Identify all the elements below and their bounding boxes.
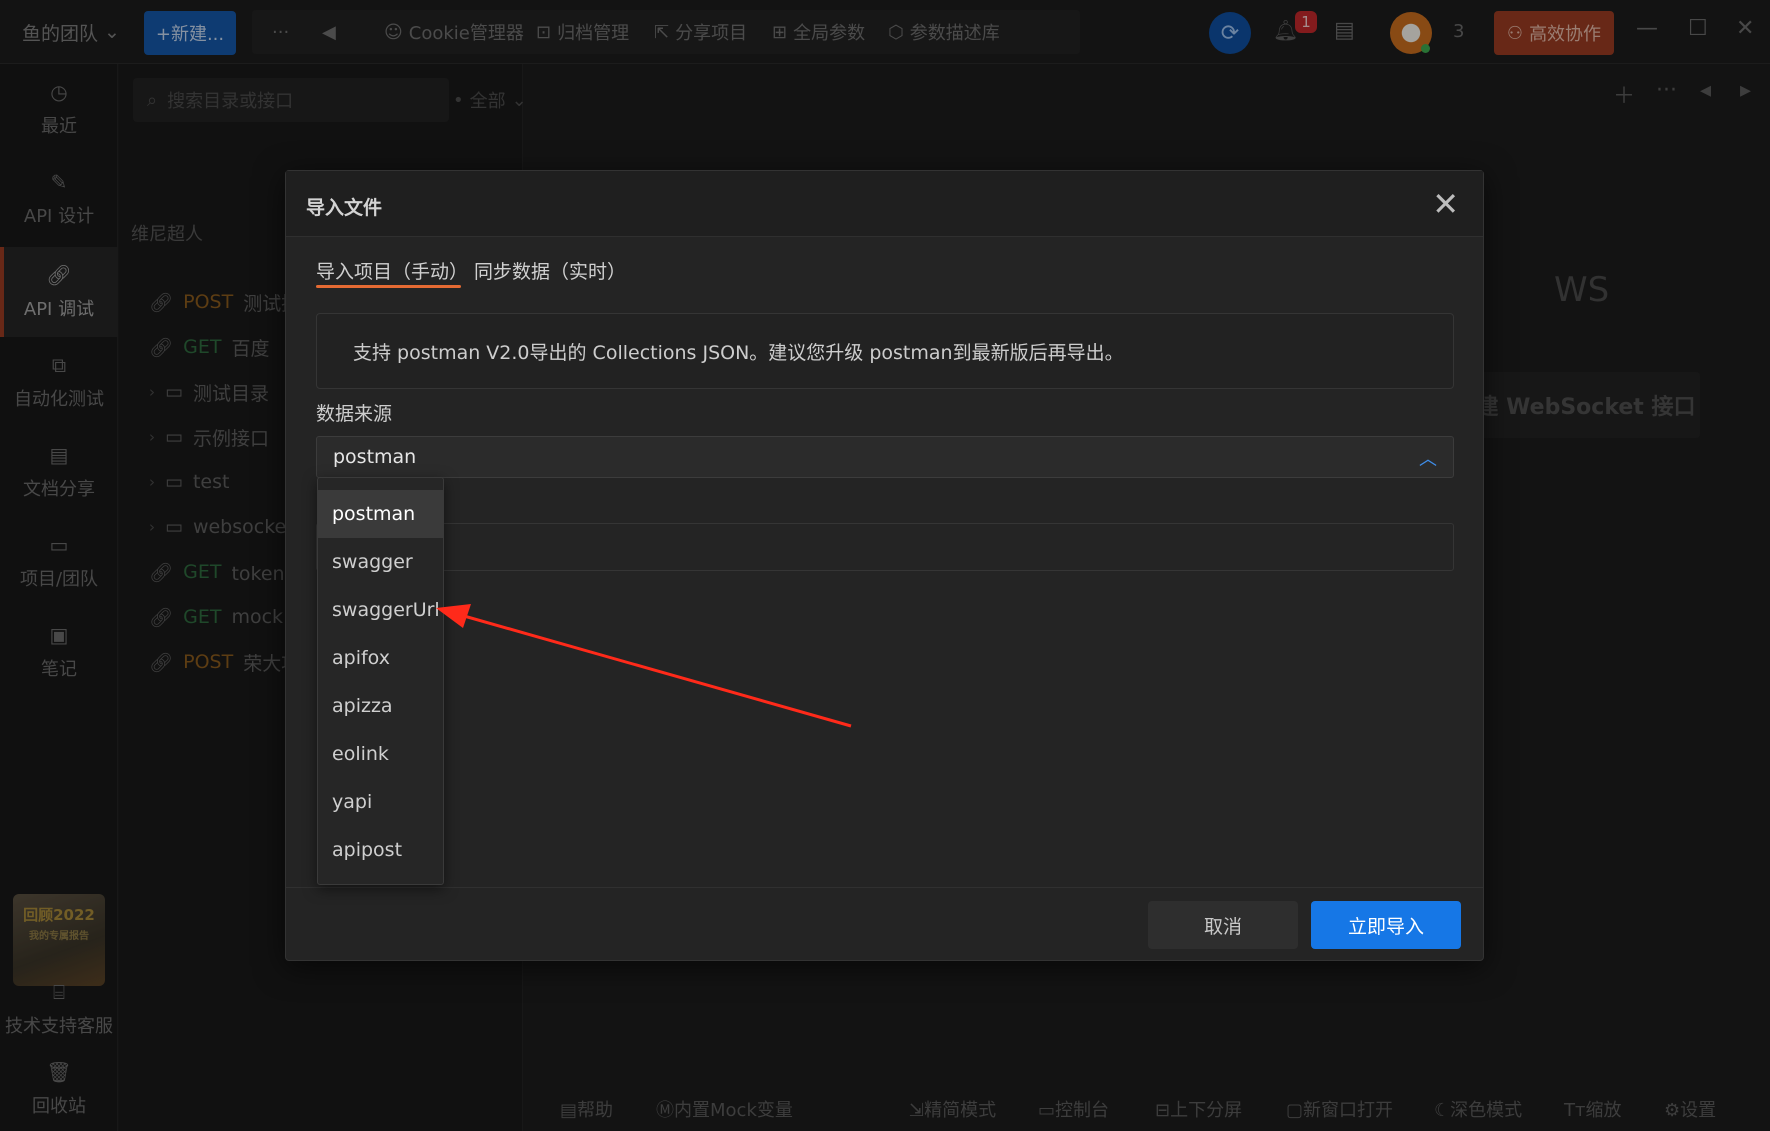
dialog-footer-divider <box>286 887 1483 888</box>
option-apizza[interactable]: apizza <box>318 682 443 730</box>
dialog-title: 导入文件 <box>306 197 383 219</box>
tab-sync-realtime[interactable]: 同步数据（实时） <box>474 257 626 284</box>
option-postman[interactable]: postman <box>318 490 443 538</box>
close-icon[interactable]: ✕ <box>1432 185 1459 223</box>
tab-import-manual[interactable]: 导入项目（手动） <box>316 257 468 284</box>
option-eolink[interactable]: eolink <box>318 730 443 778</box>
option-apifox[interactable]: apifox <box>318 634 443 682</box>
data-source-value: postman <box>333 446 417 468</box>
dialog-header: 导入文件 ✕ <box>286 171 1483 237</box>
data-source-select[interactable]: postman ︿ <box>316 436 1454 478</box>
option-swagger[interactable]: swagger <box>318 538 443 586</box>
option-apipost[interactable]: apipost <box>318 826 443 874</box>
data-source-label: 数据来源 <box>316 403 393 425</box>
option-yapi[interactable]: yapi <box>318 778 443 826</box>
active-tab-indicator <box>316 285 461 288</box>
chevron-up-icon: ︿ <box>1419 449 1437 470</box>
option-swaggerurl[interactable]: swaggerUrl <box>318 586 443 634</box>
import-now-button[interactable]: 立即导入 <box>1311 901 1461 949</box>
file-upload-field[interactable] <box>316 523 1454 571</box>
cancel-button[interactable]: 取消 <box>1148 901 1298 949</box>
import-dialog: 导入文件 ✕ 导入项目（手动） 同步数据（实时） 支持 postman V2.0… <box>285 170 1484 961</box>
data-source-dropdown: postman swagger swaggerUrl apifox apizza… <box>317 477 444 885</box>
import-info-box: 支持 postman V2.0导出的 Collections JSON。建议您升… <box>316 313 1454 389</box>
import-info-text: 支持 postman V2.0导出的 Collections JSON。建议您升… <box>353 341 1124 364</box>
